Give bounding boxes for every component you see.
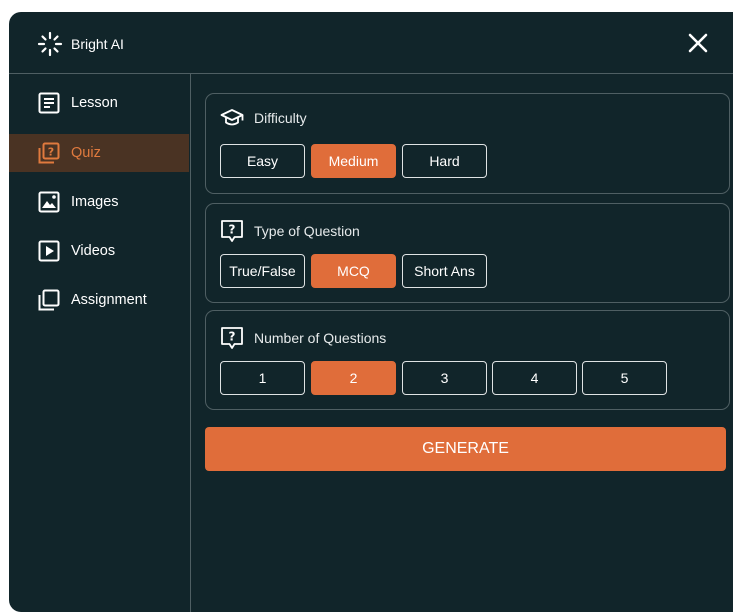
quiz-icon: ? (38, 142, 60, 164)
generate-button[interactable]: GENERATE (205, 427, 726, 471)
panel-header: Bright AI (9, 12, 733, 74)
question-type-card: ? Type of Question True/False MCQ Short … (205, 203, 730, 303)
svg-text:?: ? (229, 223, 236, 237)
sidebar-item-label: Assignment (71, 292, 147, 308)
question-count-title: Number of Questions (254, 330, 387, 346)
lesson-icon (38, 92, 60, 114)
sidebar-item-lesson[interactable]: Lesson (9, 84, 189, 122)
question-type-option-short-ans[interactable]: Short Ans (402, 254, 487, 288)
sidebar-item-label: Videos (71, 243, 116, 259)
sparkle-logo-icon (37, 31, 63, 57)
question-count-option-2[interactable]: 2 (311, 361, 396, 395)
question-bubble-icon: ? (221, 220, 243, 242)
sidebar-item-images[interactable]: Images (9, 183, 189, 221)
question-count-option-5[interactable]: 5 (582, 361, 667, 395)
sidebar-item-label: Lesson (71, 95, 118, 111)
difficulty-title: Difficulty (254, 110, 307, 126)
sidebar-item-videos[interactable]: Videos (9, 232, 189, 270)
question-count-option-4[interactable]: 4 (492, 361, 577, 395)
difficulty-header: Difficulty (220, 108, 307, 128)
brand: Bright AI (37, 31, 124, 57)
sidebar: Lesson ? Quiz Images Videos Assignment (9, 74, 191, 612)
graduation-cap-icon (220, 109, 244, 126)
image-icon (38, 191, 60, 213)
difficulty-card: Difficulty Easy Medium Hard (205, 93, 730, 194)
close-icon (688, 33, 708, 53)
bright-ai-panel: Bright AI Lesson ? Quiz Images Videos As… (9, 12, 733, 612)
difficulty-option-easy[interactable]: Easy (220, 144, 305, 178)
difficulty-option-hard[interactable]: Hard (402, 144, 487, 178)
question-type-option-mcq[interactable]: MCQ (311, 254, 396, 288)
sidebar-item-assignment[interactable]: Assignment (9, 281, 189, 319)
question-count-option-3[interactable]: 3 (402, 361, 487, 395)
question-type-title: Type of Question (254, 223, 360, 239)
question-count-card: ? Number of Questions 1 2 3 4 5 (205, 310, 730, 410)
brand-name: Bright AI (71, 36, 124, 52)
video-icon (38, 240, 60, 262)
question-count-option-1[interactable]: 1 (220, 361, 305, 395)
question-type-header: ? Type of Question (220, 219, 360, 243)
difficulty-option-medium[interactable]: Medium (311, 144, 396, 178)
sidebar-item-label: Images (71, 194, 119, 210)
sidebar-item-quiz[interactable]: ? Quiz (9, 134, 189, 172)
sidebar-item-label: Quiz (71, 145, 101, 161)
question-bubble-icon: ? (221, 327, 243, 349)
svg-text:?: ? (229, 330, 236, 344)
close-button[interactable] (685, 30, 711, 56)
assignment-icon (38, 289, 60, 311)
question-count-header: ? Number of Questions (220, 326, 386, 350)
svg-text:?: ? (48, 146, 54, 159)
question-type-option-true-false[interactable]: True/False (220, 254, 305, 288)
